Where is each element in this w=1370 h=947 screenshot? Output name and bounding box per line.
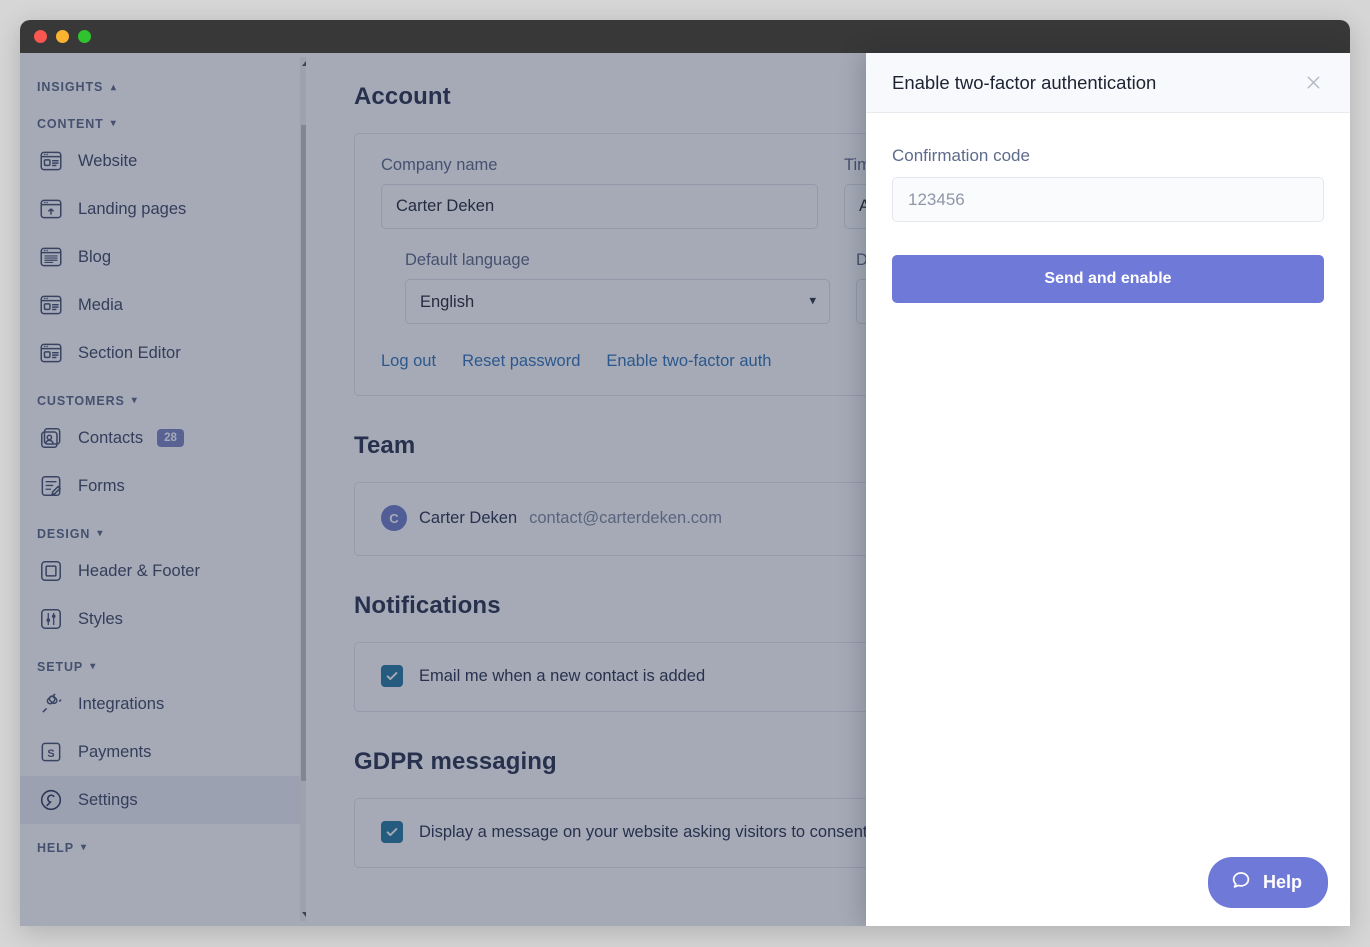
modal-title: Enable two-factor authentication <box>892 71 1157 93</box>
window-titlebar <box>20 20 1350 53</box>
window-zoom-button[interactable] <box>78 30 91 43</box>
window-close-button[interactable] <box>34 30 47 43</box>
two-factor-modal: Enable two-factor authentication Confirm… <box>866 53 1350 926</box>
send-and-enable-button[interactable]: Send and enable <box>892 255 1324 303</box>
help-button[interactable]: Help <box>1207 857 1328 908</box>
confirmation-code-label: Confirmation code <box>892 146 1030 165</box>
chat-bubble-icon <box>1230 869 1252 896</box>
help-widget: Help <box>1185 843 1350 926</box>
help-button-label: Help <box>1262 872 1302 892</box>
close-icon[interactable] <box>1298 68 1328 98</box>
browser-window: INSIGHTS ▾ CONTENT ▾ Website Landing pag… <box>20 20 1350 926</box>
modal-header: Enable two-factor authentication <box>866 53 1350 113</box>
window-minimize-button[interactable] <box>56 30 69 43</box>
confirmation-code-input[interactable] <box>892 177 1324 222</box>
modal-body: Confirmation code Send and enable <box>866 113 1350 303</box>
